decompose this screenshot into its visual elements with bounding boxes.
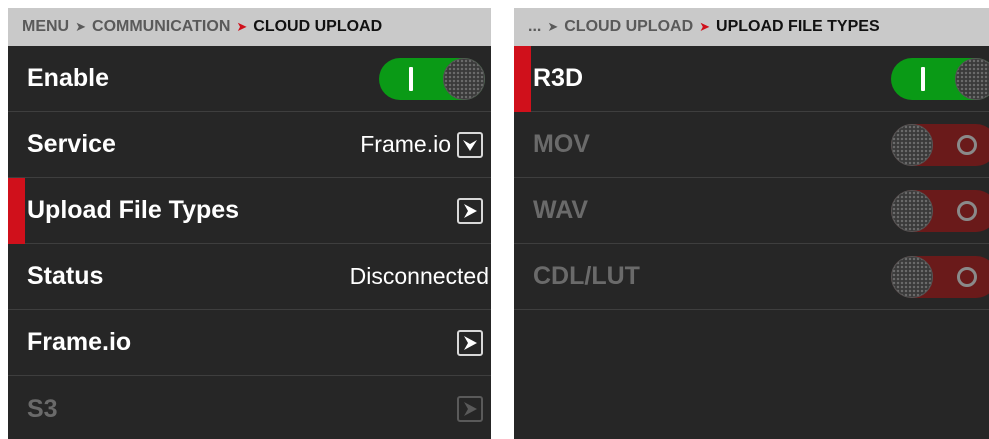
enable-row[interactable]: Enable	[8, 46, 491, 112]
service-value: Frame.io	[360, 131, 451, 157]
mov-label: MOV	[533, 130, 590, 158]
breadcrumb-current: UPLOAD FILE TYPES	[716, 18, 880, 35]
selection-indicator	[514, 46, 531, 112]
toggle-on-mark-icon	[921, 66, 925, 91]
dropdown-arrow-icon[interactable]	[457, 131, 483, 158]
service-label: Service	[27, 130, 116, 158]
mov-row: MOV	[514, 112, 989, 178]
upload-file-types-panel: ... ➤ CLOUD UPLOAD ➤ UPLOAD FILE TYPES R…	[514, 8, 989, 439]
chevron-right-icon: ➤	[699, 19, 711, 34]
s3-label: S3	[27, 394, 58, 423]
frameio-label: Frame.io	[27, 328, 132, 356]
breadcrumb: MENU ➤ COMMUNICATION ➤ CLOUD UPLOAD	[8, 8, 491, 46]
toggle-on-mark-icon	[409, 66, 413, 91]
upload-file-types-row[interactable]: Upload File Types	[8, 178, 491, 244]
upload-file-types-label: Upload File Types	[27, 196, 240, 224]
breadcrumb: ... ➤ CLOUD UPLOAD ➤ UPLOAD FILE TYPES	[514, 8, 989, 46]
status-value: Disconnected	[349, 263, 489, 289]
r3d-row[interactable]: R3D	[514, 46, 989, 112]
breadcrumb-item-communication[interactable]: COMMUNICATION	[92, 18, 230, 36]
submenu-arrow-icon[interactable]	[457, 329, 483, 356]
toggle-knob	[891, 189, 933, 232]
toggle-knob	[955, 57, 989, 100]
frameio-row[interactable]: Frame.io	[8, 310, 491, 376]
toggle-knob	[891, 255, 933, 298]
wav-row: WAV	[514, 178, 989, 244]
status-label: Status	[27, 262, 104, 290]
chevron-right-icon: ➤	[236, 19, 248, 34]
mov-toggle	[891, 123, 989, 166]
enable-toggle[interactable]	[379, 57, 485, 100]
chevron-right-icon: ➤	[75, 19, 87, 34]
toggle-knob	[443, 57, 485, 100]
toggle-knob	[891, 123, 933, 166]
toggle-off-mark-icon	[957, 200, 977, 221]
chevron-right-icon: ➤	[547, 19, 559, 34]
service-row[interactable]: Service Frame.io	[8, 112, 491, 178]
submenu-arrow-icon[interactable]	[457, 197, 483, 224]
breadcrumb-current: CLOUD UPLOAD	[253, 18, 383, 35]
wav-label: WAV	[533, 196, 589, 224]
cdl-lut-row: CDL/LUT	[514, 244, 989, 310]
submenu-arrow-icon	[457, 396, 483, 422]
breadcrumb-item-ellipsis[interactable]: ...	[528, 18, 541, 36]
toggle-off-mark-icon	[957, 266, 977, 287]
toggle-off-mark-icon	[957, 134, 977, 155]
s3-row: S3	[8, 376, 491, 439]
cloud-upload-panel: MENU ➤ COMMUNICATION ➤ CLOUD UPLOAD Enab…	[8, 8, 491, 439]
enable-label: Enable	[27, 64, 109, 92]
selection-indicator	[8, 178, 25, 244]
status-row: Status Disconnected	[8, 244, 491, 310]
cdl-lut-toggle	[891, 255, 989, 298]
wav-toggle	[891, 189, 989, 232]
cdl-lut-label: CDL/LUT	[533, 262, 640, 290]
breadcrumb-item-menu[interactable]: MENU	[22, 18, 69, 36]
r3d-toggle[interactable]	[891, 57, 989, 100]
r3d-label: R3D	[533, 64, 584, 92]
breadcrumb-item-cloud-upload[interactable]: CLOUD UPLOAD	[564, 18, 693, 36]
